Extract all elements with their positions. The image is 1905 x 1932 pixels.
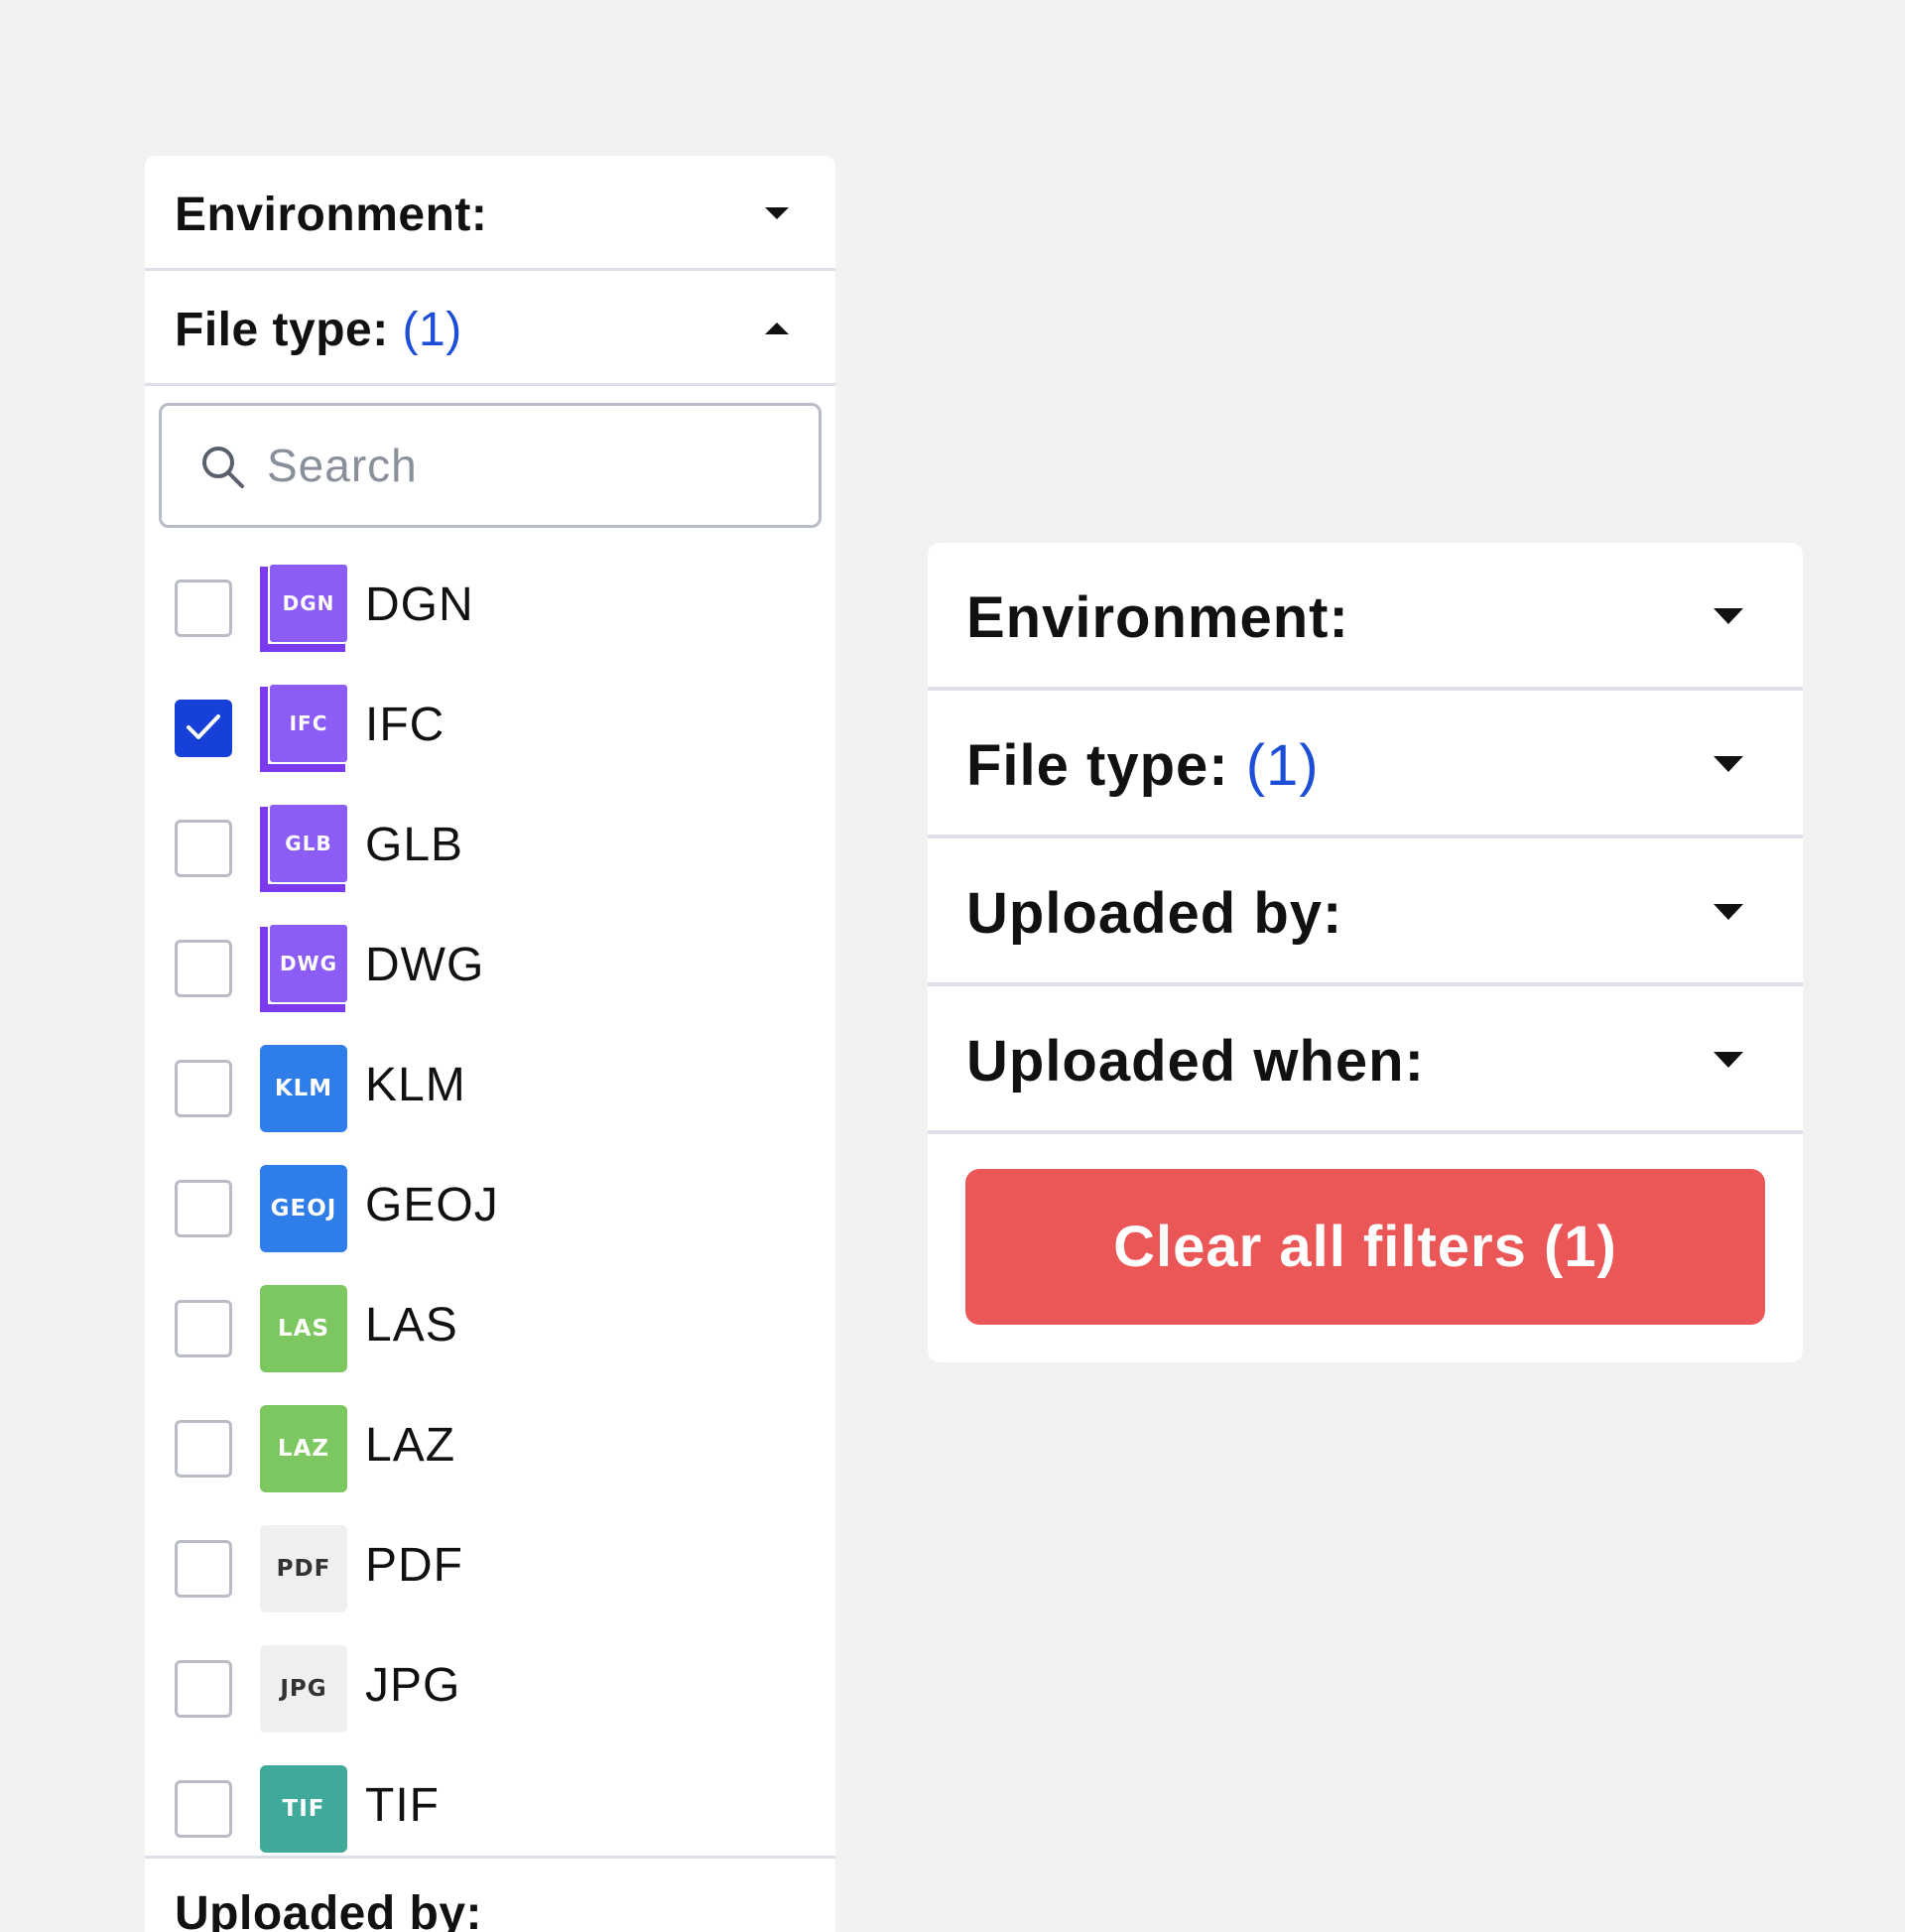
file-type-icon: LAZ <box>260 1405 347 1492</box>
file-type-icon-code: PDF <box>260 1525 347 1612</box>
environment-filter-label: Environment: <box>175 189 488 241</box>
file-type-filter-label: File type: <box>175 304 389 356</box>
file-type-icon: TIF <box>260 1765 347 1853</box>
file-type-option[interactable]: DGN DGN <box>145 544 835 664</box>
file-type-icon: DGN <box>260 565 347 652</box>
chevron-down-icon <box>1714 756 1743 772</box>
file-type-option[interactable]: PDF PDF <box>145 1504 835 1624</box>
file-type-filter-title: File type: (1) <box>966 732 1320 799</box>
file-type-icon-code: JPG <box>260 1645 347 1733</box>
file-type-icon-code: TIF <box>260 1765 347 1853</box>
uploaded-when-filter-label: Uploaded when: <box>966 1029 1425 1094</box>
file-type-label: GLB <box>365 819 464 871</box>
file-type-icon: JPG <box>260 1645 347 1733</box>
file-type-icon-code: GLB <box>270 805 347 882</box>
file-type-label: GEOJ <box>365 1179 499 1231</box>
file-type-label: PDF <box>365 1539 463 1592</box>
file-type-label: IFC <box>365 699 445 751</box>
file-type-checkbox[interactable] <box>175 1660 232 1718</box>
file-type-label: LAZ <box>365 1419 456 1472</box>
file-type-option[interactable]: LAS LAS <box>145 1264 835 1384</box>
file-type-label: JPG <box>365 1659 461 1712</box>
file-type-option[interactable]: LAZ LAZ <box>145 1384 835 1504</box>
filters-panel-collapsed: Environment: File type: (1) Uploaded by:… <box>928 543 1803 1362</box>
chevron-down-icon <box>1714 1052 1743 1068</box>
file-type-checkbox[interactable] <box>175 1420 232 1478</box>
check-icon <box>187 714 220 739</box>
file-type-label: LAS <box>365 1299 458 1352</box>
chevron-down-icon <box>765 207 789 219</box>
file-type-checkbox[interactable] <box>175 1780 232 1838</box>
file-type-option[interactable]: JPG JPG <box>145 1624 835 1744</box>
file-type-filter-label: File type: <box>966 733 1229 798</box>
file-type-checkbox[interactable] <box>175 580 232 637</box>
file-type-icon: IFC <box>260 685 347 772</box>
file-type-icon: DWG <box>260 925 347 1012</box>
file-type-icon-code: GEOJ <box>260 1165 347 1252</box>
clear-all-filters-button[interactable]: Clear all filters (1) <box>965 1169 1765 1325</box>
file-type-label: KLM <box>365 1059 466 1111</box>
file-type-checkbox[interactable] <box>175 1060 232 1117</box>
uploaded-by-filter-header[interactable]: Uploaded by: <box>928 838 1803 986</box>
file-type-icon: PDF <box>260 1525 347 1612</box>
chevron-down-icon <box>1714 904 1743 920</box>
uploaded-when-filter-header[interactable]: Uploaded when: <box>928 986 1803 1134</box>
file-type-option[interactable]: GEOJ GEOJ <box>145 1144 835 1264</box>
file-type-label: TIF <box>365 1779 440 1832</box>
file-type-checkbox[interactable] <box>175 1180 232 1237</box>
file-type-filter-header[interactable]: File type: (1) <box>928 691 1803 838</box>
file-type-checkbox[interactable] <box>175 940 232 997</box>
environment-filter-header[interactable]: Environment: <box>145 156 835 271</box>
file-type-filter-header[interactable]: File type: (1) <box>145 271 835 386</box>
file-type-option[interactable]: DWG DWG <box>145 904 835 1024</box>
file-type-checkbox[interactable] <box>175 820 232 877</box>
chevron-up-icon <box>765 322 789 334</box>
environment-filter-label: Environment: <box>966 585 1349 650</box>
divider <box>145 1856 835 1859</box>
uploaded-by-filter-label[interactable]: Uploaded by: <box>175 1886 482 1932</box>
file-type-label: DWG <box>365 939 485 991</box>
uploaded-by-filter-label: Uploaded by: <box>966 881 1343 946</box>
file-type-icon-code: DWG <box>270 925 347 1002</box>
file-type-option[interactable]: GLB GLB <box>145 784 835 904</box>
file-type-filter-title: File type: (1) <box>175 303 462 357</box>
file-type-icon-code: DGN <box>270 565 347 642</box>
file-type-icon-code: LAZ <box>260 1405 347 1492</box>
file-type-filter-panel: Environment: File type: (1) DGNDGNIFCIFC… <box>145 156 835 1932</box>
file-type-icon: GEOJ <box>260 1165 347 1252</box>
file-type-filter-count: (1) <box>1245 733 1320 798</box>
file-type-checkbox[interactable] <box>175 1540 232 1598</box>
file-type-icon: GLB <box>260 805 347 892</box>
file-type-filter-count: (1) <box>402 304 462 356</box>
environment-filter-header[interactable]: Environment: <box>928 543 1803 691</box>
file-type-checkbox[interactable] <box>175 700 232 757</box>
file-type-icon: KLM <box>260 1045 347 1132</box>
file-type-checkbox[interactable] <box>175 1300 232 1357</box>
file-type-icon: LAS <box>260 1285 347 1372</box>
file-type-option[interactable]: KLM KLM <box>145 1024 835 1144</box>
search-icon <box>202 447 244 488</box>
file-type-icon-code: IFC <box>270 685 347 762</box>
search-input[interactable] <box>267 430 783 501</box>
file-type-option[interactable]: TIF TIF <box>145 1744 835 1865</box>
file-type-option[interactable]: IFC IFC <box>145 664 835 784</box>
file-type-label: DGN <box>365 579 474 631</box>
chevron-down-icon <box>1714 608 1743 624</box>
file-type-icon-code: KLM <box>260 1045 347 1132</box>
file-type-icon-code: LAS <box>260 1285 347 1372</box>
search-field[interactable] <box>159 403 822 528</box>
